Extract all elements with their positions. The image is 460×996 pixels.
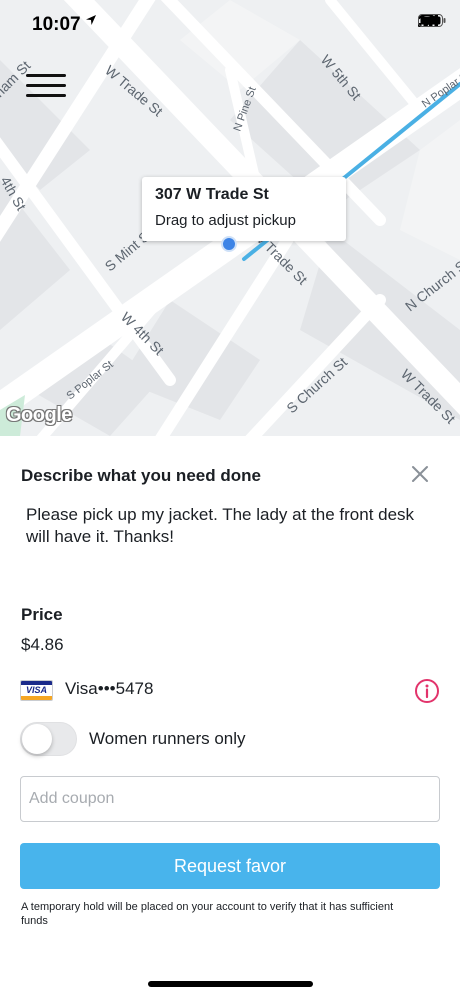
price-value: $4.86 — [21, 635, 64, 654]
google-attribution-logo: Google — [6, 404, 72, 426]
request-sheet: Describe what you need done Please pick … — [0, 436, 460, 996]
task-description[interactable]: Please pick up my jacket. The lady at th… — [26, 504, 426, 548]
price-label: Price — [21, 605, 63, 624]
request-favor-button[interactable]: Request favor — [20, 843, 440, 889]
coupon-input[interactable] — [20, 776, 440, 822]
map-view[interactable]: W Trade St N Pine St W 5th St N Poplar S… — [0, 0, 460, 436]
info-icon[interactable] — [414, 678, 440, 704]
pickup-pin[interactable] — [221, 236, 237, 252]
toggle-knob — [22, 724, 52, 754]
street-label: N Church St — [402, 255, 460, 315]
pickup-hint: Drag to adjust pickup — [155, 212, 296, 229]
home-indicator[interactable] — [148, 981, 313, 987]
payment-method-row[interactable]: VISA Visa•••5478 — [20, 678, 440, 704]
visa-card-icon: VISA — [20, 680, 53, 701]
close-icon[interactable] — [408, 462, 432, 486]
hamburger-menu-icon[interactable] — [26, 74, 68, 100]
women-runners-row: Women runners only — [20, 722, 440, 758]
visa-brand-text: VISA — [25, 685, 47, 695]
status-time: 10:07 — [32, 14, 81, 35]
women-runners-toggle[interactable] — [20, 722, 77, 756]
pickup-address: 307 W Trade St — [155, 186, 269, 203]
sheet-title: Describe what you need done — [21, 466, 261, 485]
status-bar: 10:07 — [0, 0, 460, 48]
card-number: Visa•••5478 — [65, 679, 154, 698]
women-runners-label: Women runners only — [89, 729, 246, 748]
hold-disclaimer: A temporary hold will be placed on your … — [21, 901, 394, 927]
pickup-callout[interactable]: 307 W Trade St Drag to adjust pickup — [142, 177, 346, 241]
